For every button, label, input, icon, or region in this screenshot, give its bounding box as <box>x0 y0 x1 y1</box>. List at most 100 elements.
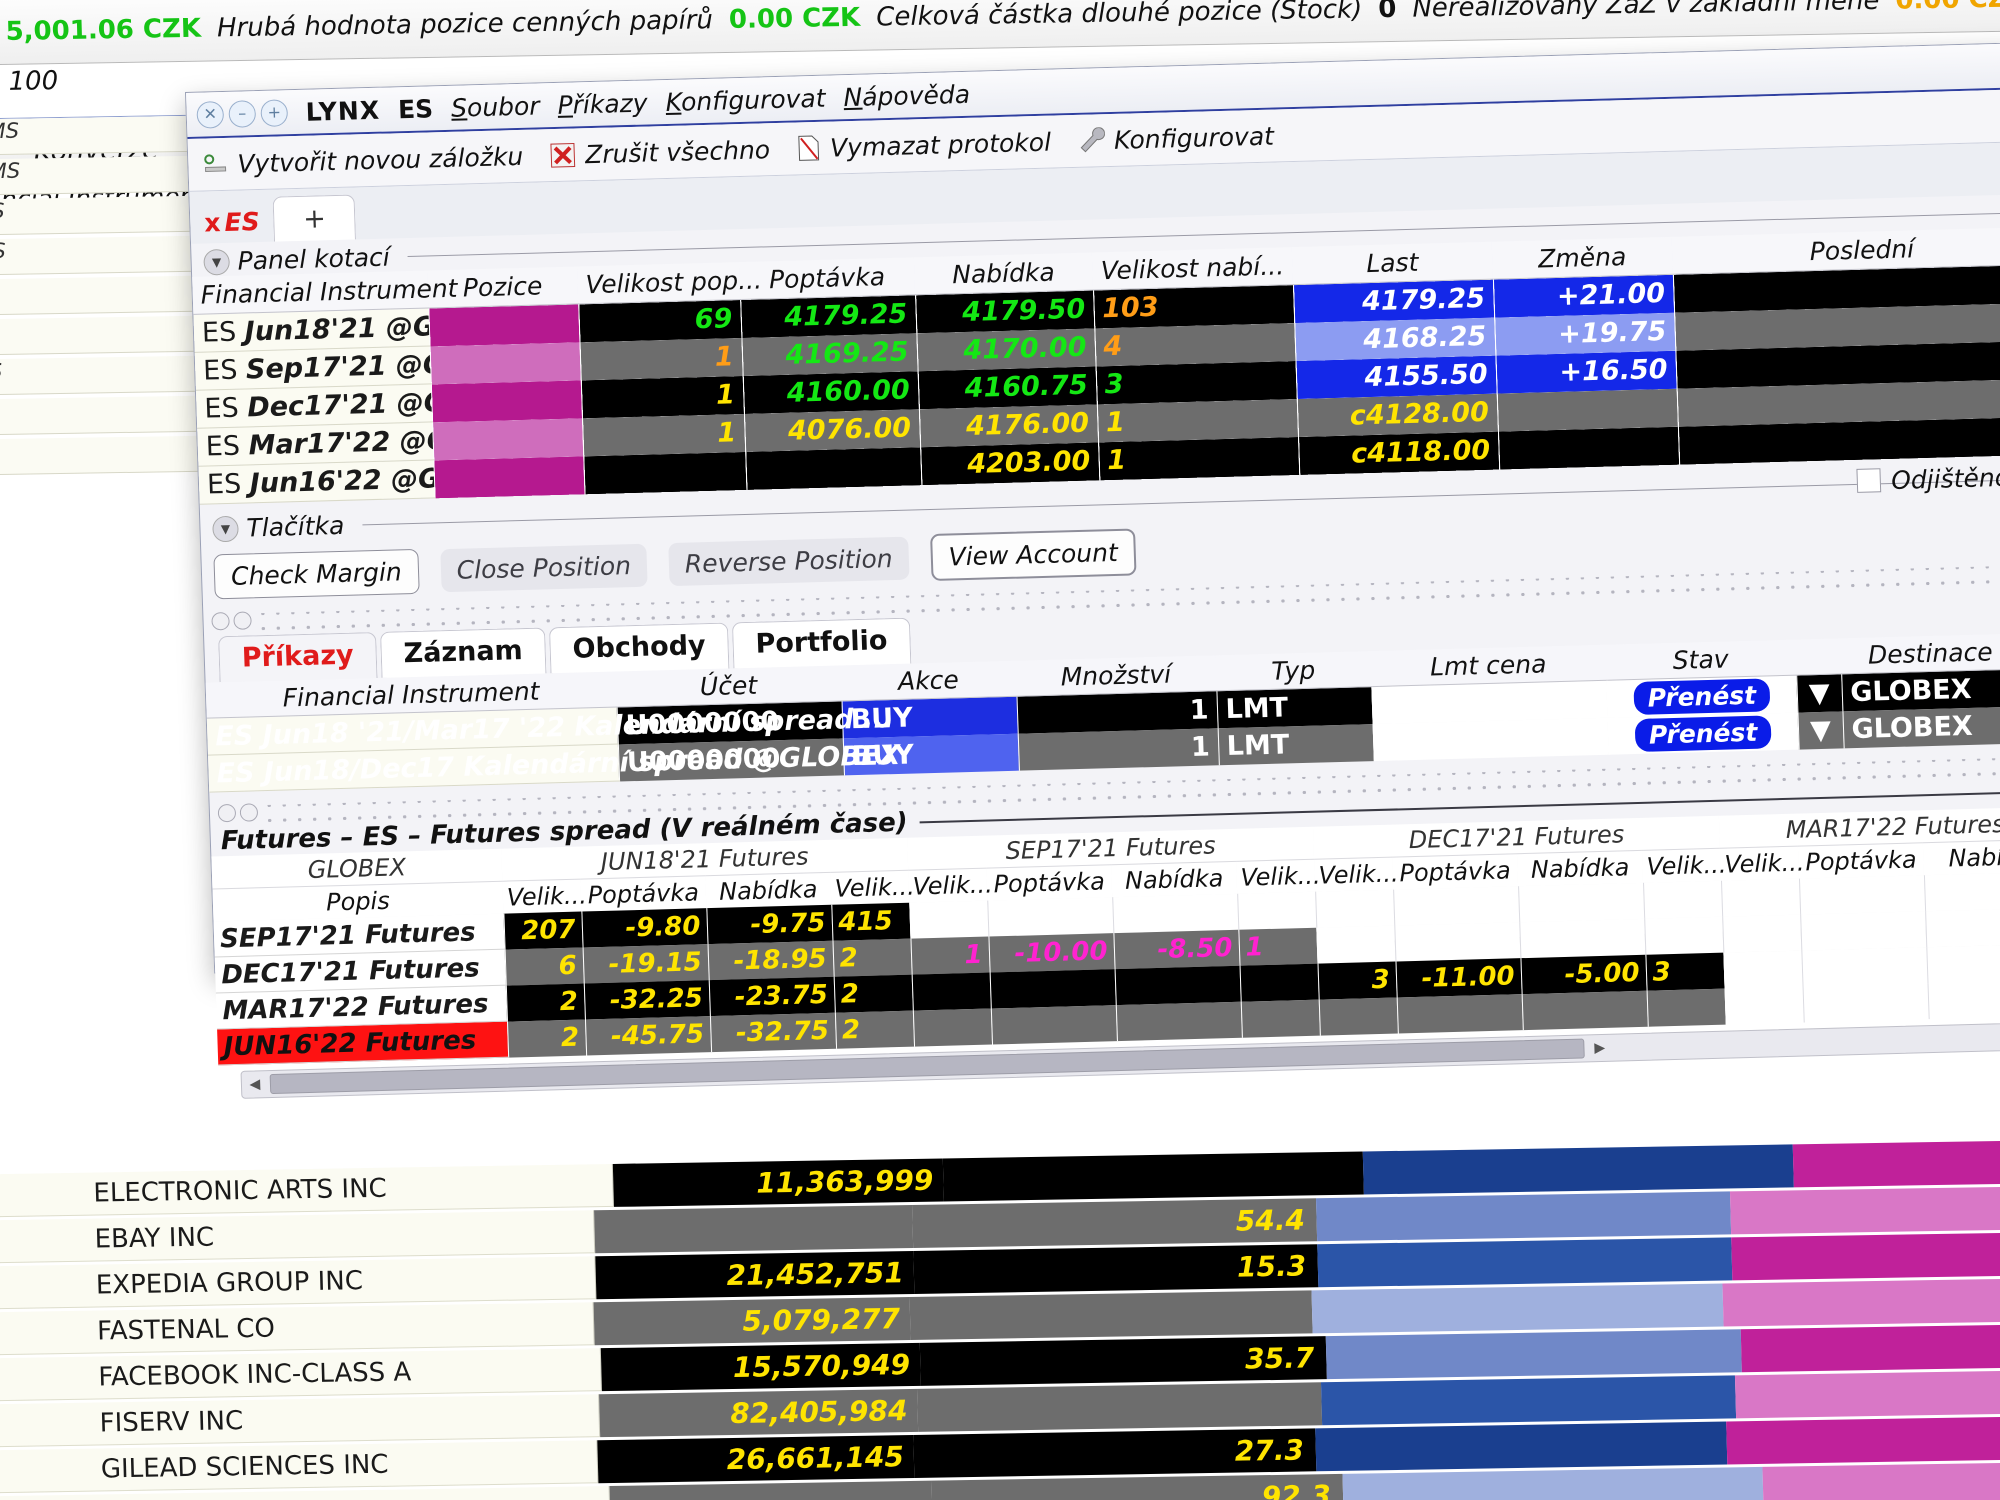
orders-col-3[interactable]: Množství <box>1015 655 1217 697</box>
bid-price-cell <box>989 968 1116 1009</box>
futures-subcol-0-0[interactable]: Velik... <box>502 879 587 914</box>
scroll-left-icon[interactable]: ◀ <box>242 1076 269 1093</box>
bid-price-cell: -11.00 <box>1395 957 1522 998</box>
close-tab-icon[interactable]: x <box>204 208 221 237</box>
splitter-collapse-up-icon[interactable] <box>211 611 230 631</box>
scroll-right-icon[interactable]: ▶ <box>1586 1040 1613 1057</box>
minimize-icon[interactable]: – <box>228 99 257 128</box>
futures-subcol-0-1[interactable]: Poptávka <box>580 875 707 912</box>
futures-subcol-1-0[interactable]: Velik... <box>908 868 993 903</box>
quote-col-0[interactable]: Financial Instrument <box>192 270 458 315</box>
ask-price-cell <box>1927 978 2000 1019</box>
futures-subcol-1-1[interactable]: Poptávka <box>986 864 1113 901</box>
splitter-collapse-up-icon[interactable] <box>217 803 237 823</box>
clear-log-button[interactable]: Vymazat protokol <box>796 127 1051 163</box>
menu-konfigurovat[interactable]: Konfigurovat <box>665 83 826 116</box>
bid-size-cell: 1 <box>580 375 744 418</box>
quote-col-6[interactable]: Last <box>1291 241 1493 285</box>
bid-size-cell: 1 <box>579 337 743 380</box>
tab-es[interactable]: x ES <box>200 203 271 244</box>
buttons-panel-title: Tlačítka <box>246 510 345 543</box>
button-reverse-position[interactable]: Reverse Position <box>668 536 910 587</box>
ask-price-cell: 4160.75 <box>917 365 1097 409</box>
menu-prikazy[interactable]: Příkazy <box>557 88 648 119</box>
quote-col-2[interactable]: Velikost pop... <box>576 262 762 304</box>
position-cell <box>429 341 581 384</box>
futures-subcol-3-0[interactable]: Velik... <box>1719 846 1805 881</box>
futures-subcol-3-1[interactable]: Poptávka <box>1797 842 1925 879</box>
orders-col-2[interactable]: Akce <box>840 660 1017 701</box>
tab-portfolio[interactable]: Portfolio <box>731 617 912 669</box>
chevron-down-icon[interactable]: ▼ <box>203 248 231 276</box>
status-badge[interactable]: Přenést <box>1634 714 1772 752</box>
bid-price-cell: 4179.25 <box>740 294 917 338</box>
change-cell <box>1497 426 1680 470</box>
futures-subcol-2-1[interactable]: Poptávka <box>1392 853 1519 890</box>
ask-price-cell <box>1114 965 1241 1005</box>
futures-subcol-2-2[interactable]: Nabídka <box>1517 850 1644 887</box>
quote-col-4[interactable]: Nabídka <box>913 252 1094 295</box>
status-badge[interactable]: Přenést <box>1633 678 1771 715</box>
close-icon[interactable]: ✕ <box>196 100 225 129</box>
futures-subcol-0-3[interactable]: Velik... <box>830 870 915 905</box>
ask-price-cell <box>1521 990 1648 1030</box>
status-cell[interactable]: Přenést <box>1606 675 1798 718</box>
configure-button[interactable]: Konfigurovat <box>1076 121 1274 155</box>
window-controls: ✕ – + <box>196 98 289 129</box>
tab-příkazy[interactable]: Příkazy <box>218 632 378 683</box>
quote-col-5[interactable]: Velikost nabí... <box>1091 247 1293 291</box>
splitter-collapse-down-icon[interactable] <box>239 803 259 822</box>
instrument-symbol: ES <box>205 430 250 463</box>
menu-napoveda[interactable]: Nápověda <box>843 79 970 111</box>
futures-subcol-2-3[interactable]: Velik... <box>1642 848 1727 883</box>
type-cell: LMT <box>1217 723 1374 765</box>
bid-size-cell <box>911 972 991 1011</box>
menu-soubor[interactable]: SSouboroubor <box>451 91 540 122</box>
orders-col-7[interactable]: Destinace <box>1795 632 2000 676</box>
ask-size-cell: 2 <box>834 1010 915 1049</box>
last-price-cell: 4168.25 <box>1294 317 1496 361</box>
instrument-expiry: Jun18'21 @GLOBEX <box>244 308 430 348</box>
futures-subcol-2-0[interactable]: Velik... <box>1314 857 1399 892</box>
instrument-symbol: ES <box>202 354 247 387</box>
last-price-cell: 4179.25 <box>1292 279 1495 323</box>
orders-col-1[interactable]: Účet <box>615 665 842 708</box>
orders-col-6[interactable]: Stav <box>1605 639 1797 681</box>
unlock-control[interactable]: Odjištěno ⟳ <box>1856 461 2000 496</box>
quantity-cell: 1 <box>1016 690 1218 734</box>
futures-subcol-1-3[interactable]: Velik... <box>1236 859 1321 894</box>
splitter-collapse-down-icon[interactable] <box>233 611 252 630</box>
cancel-all-label: Zrušit všechno <box>584 134 771 169</box>
button-check-margin[interactable]: Check Margin <box>213 548 420 600</box>
status-cell[interactable]: Přenést <box>1607 712 1799 755</box>
unlock-checkbox[interactable] <box>1856 468 1882 493</box>
dropdown-arrow-icon[interactable]: ▼ <box>1796 673 1843 713</box>
futures-subcol-1-2[interactable]: Nabídka <box>1111 861 1238 898</box>
instrument-expiry: Sep17'21 @GLOBEX <box>245 346 431 386</box>
bid-price-cell <box>1802 982 1929 1023</box>
orders-col-4[interactable]: Typ <box>1215 651 1372 691</box>
add-tab-button[interactable]: + <box>272 194 357 242</box>
futures-row-label[interactable]: JUN16'22 Futures <box>217 1021 509 1065</box>
chevron-down-icon[interactable]: ▼ <box>212 515 239 542</box>
instrument-expiry: Mar17'22 @GLOBEX <box>248 422 434 462</box>
bid-price-cell <box>1394 921 1521 962</box>
ask-size-cell <box>1646 988 1726 1027</box>
screen: dní nástěnka ost 5,001.06 CZK Hrubá hodn… <box>0 0 2000 1500</box>
bid-size-cell <box>912 1008 993 1047</box>
bid-price-cell <box>1801 946 1928 987</box>
quote-col-3[interactable]: Poptávka <box>738 257 916 300</box>
dropdown-arrow-icon[interactable]: ▼ <box>1797 710 1844 750</box>
cancel-all-button[interactable]: Zrušit všechno <box>549 135 771 170</box>
quote-col-7[interactable]: Změna <box>1491 236 1673 280</box>
tab-záznam[interactable]: Záznam <box>379 627 547 678</box>
button-close-position[interactable]: Close Position <box>439 543 648 593</box>
futures-subcol-3-2[interactable]: Nabídka <box>1922 838 2000 876</box>
bid-price-cell <box>1393 886 1520 926</box>
bid-size-cell <box>909 900 989 939</box>
maximize-icon[interactable]: + <box>260 98 289 127</box>
new-tab-button[interactable]: Vytvořit novou záložku <box>202 141 524 179</box>
tab-obchody[interactable]: Obchody <box>548 622 730 674</box>
button-view-account[interactable]: View Account <box>929 528 1137 581</box>
futures-subcol-0-2[interactable]: Nabídka <box>705 872 832 909</box>
